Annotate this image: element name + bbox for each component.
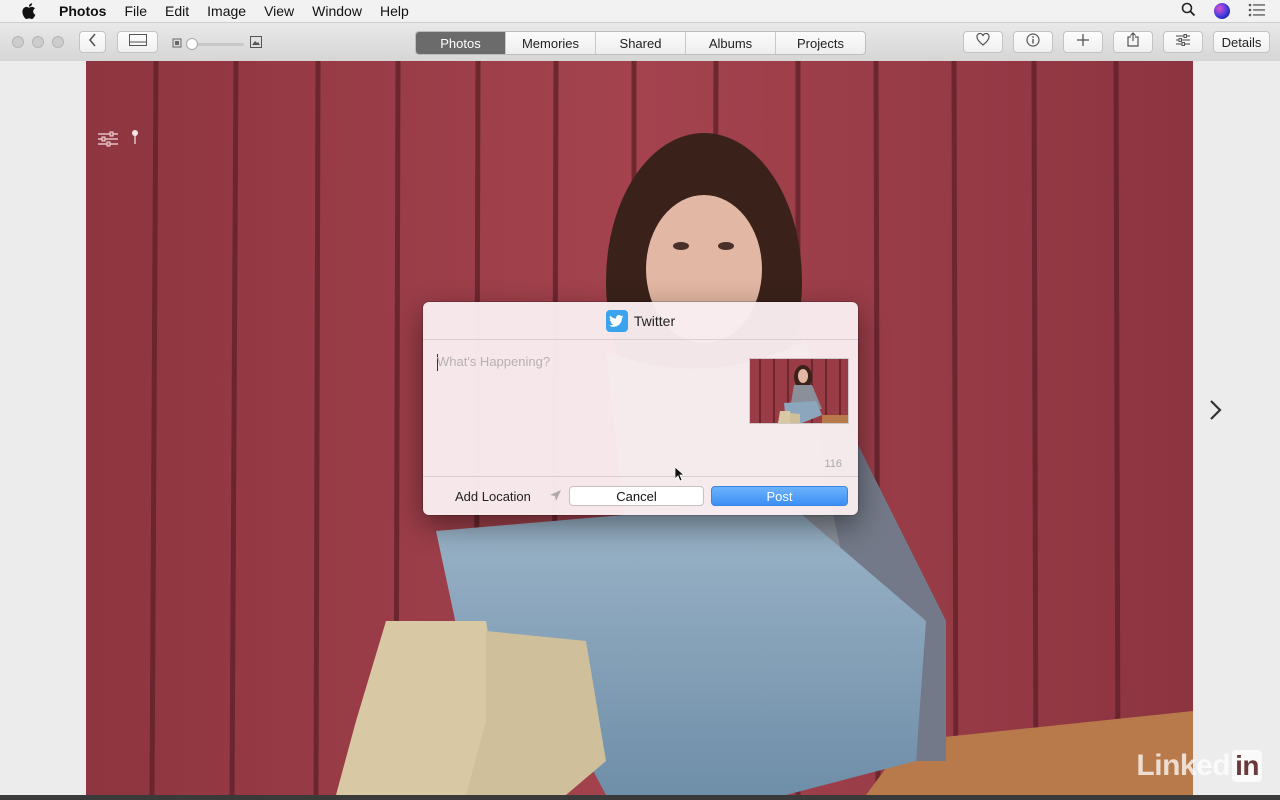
menu-app-name[interactable]: Photos: [50, 0, 115, 22]
zoom-knob[interactable]: [186, 37, 198, 50]
close-window-button[interactable]: [12, 36, 24, 48]
menu-bar: Photos File Edit Image View Window Help: [0, 0, 1280, 23]
minimize-window-button[interactable]: [32, 36, 44, 48]
adjust-icon: [1176, 33, 1190, 51]
dialog-header: Twitter: [423, 302, 858, 340]
siri-icon[interactable]: [1214, 3, 1230, 19]
apple-icon[interactable]: [18, 0, 40, 22]
linkedin-watermark: Linked in: [1136, 749, 1262, 783]
zoom-large-icon: [250, 35, 262, 53]
next-photo-icon[interactable]: [1206, 399, 1226, 421]
photo-adjust-icon[interactable]: [98, 131, 118, 152]
menubar-extras: [1181, 0, 1266, 22]
menu-view[interactable]: View: [255, 0, 303, 22]
back-icon: [88, 32, 98, 52]
favorite-button[interactable]: [963, 31, 1003, 53]
menu-image[interactable]: Image: [198, 0, 255, 22]
search-icon[interactable]: [1181, 2, 1196, 20]
location-pin-icon[interactable]: [131, 129, 139, 150]
location-arrow-icon[interactable]: [549, 489, 562, 507]
plus-icon: [1077, 33, 1089, 51]
info-button[interactable]: [1013, 31, 1053, 53]
zoom-slider[interactable]: [172, 35, 262, 53]
dialog-footer: Add Location Cancel Post: [423, 476, 858, 515]
character-count: 116: [824, 458, 842, 470]
watermark-brand: Linked: [1136, 749, 1231, 782]
zoom-window-button[interactable]: [52, 36, 64, 48]
heart-icon: [976, 32, 990, 51]
attached-photo-thumbnail: [749, 358, 849, 424]
share-icon: [1127, 32, 1139, 52]
menu-edit[interactable]: Edit: [156, 0, 198, 22]
menu-help[interactable]: Help: [371, 0, 418, 22]
info-icon: [1026, 32, 1040, 52]
details-button[interactable]: Details: [1213, 31, 1270, 53]
tab-photos[interactable]: Photos: [416, 32, 505, 54]
twitter-bird-icon: [605, 309, 628, 332]
tweet-text-input[interactable]: What's Happening?: [437, 354, 737, 369]
notification-center-icon[interactable]: [1248, 3, 1266, 20]
view-tabs: Photos Memories Shared Albums Projects: [415, 31, 866, 55]
edit-adjust-button[interactable]: [1163, 31, 1203, 53]
toolbar: Photos Memories Shared Albums Projects D…: [0, 23, 1280, 62]
tab-memories[interactable]: Memories: [505, 32, 595, 54]
dialog-title: Twitter: [633, 312, 676, 329]
twitter-share-dialog: Twitter What's Happening? 116 Add Locati…: [423, 302, 858, 515]
menu-window[interactable]: Window: [303, 0, 371, 22]
tab-projects[interactable]: Projects: [775, 32, 865, 54]
zoom-small-icon: [172, 35, 182, 53]
share-button[interactable]: [1113, 31, 1153, 53]
post-button[interactable]: Post: [711, 486, 848, 506]
mouse-pointer-icon: [674, 466, 686, 487]
tab-albums[interactable]: Albums: [685, 32, 775, 54]
cancel-button[interactable]: Cancel: [569, 486, 704, 506]
watermark-suffix: in: [1232, 750, 1262, 782]
zoom-track[interactable]: [186, 37, 244, 50]
menu-file[interactable]: File: [115, 0, 156, 22]
back-button[interactable]: [79, 31, 106, 53]
add-location-button[interactable]: Add Location: [455, 489, 531, 504]
sidebar-icon: [128, 33, 147, 51]
sidebar-toggle-button[interactable]: [117, 31, 158, 53]
window-controls: [12, 36, 64, 48]
window-bottom-edge: [0, 795, 1280, 800]
add-button[interactable]: [1063, 31, 1103, 53]
tab-shared[interactable]: Shared: [595, 32, 685, 54]
